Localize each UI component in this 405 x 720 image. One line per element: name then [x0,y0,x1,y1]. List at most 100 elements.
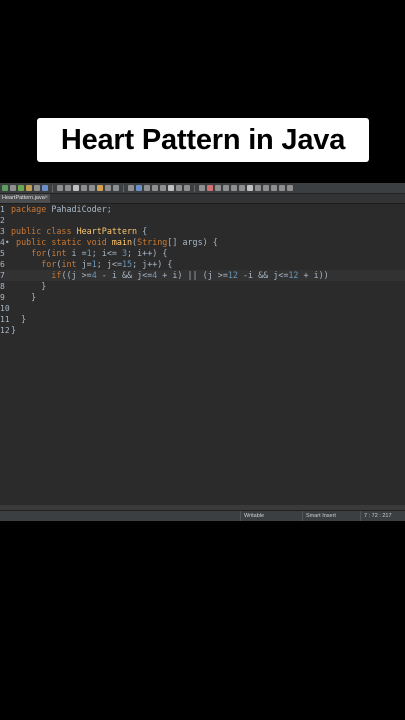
title-banner: Heart Pattern in Java [37,118,369,162]
editor-tab-bar: HeartPattern.java × [0,194,405,204]
line-number: 6 [0,260,5,269]
run-icon[interactable] [263,185,269,191]
debug-icon[interactable] [184,185,190,191]
code-token: [] args) { [167,237,218,247]
refresh-icon[interactable] [231,185,237,191]
build-icon[interactable] [279,185,285,191]
code-line[interactable]: 10 [0,303,405,314]
line-number: 10 [0,304,10,313]
code-line[interactable]: 1 package PahadiCoder; [0,204,405,215]
line-number: 5 [0,249,5,258]
code-line[interactable]: 12} [0,325,405,336]
save-icon[interactable] [287,185,293,191]
code-token: } [11,325,17,335]
run-icon[interactable] [2,185,8,191]
search-icon[interactable] [34,185,40,191]
layout-icon[interactable] [152,185,158,191]
code-token: 12 [288,270,299,280]
close-icon[interactable]: × [44,194,48,203]
code-line[interactable]: 4• public static void main(String[] args… [0,237,405,248]
tab-heartpattern-java[interactable]: HeartPattern.java × [0,194,50,203]
code-text: public class HeartPattern { [11,226,147,237]
search-icon[interactable] [215,185,221,191]
code-text: for(int i =1; i<= 3; i++) { [11,248,167,259]
refresh-icon[interactable] [144,185,150,191]
refresh-icon[interactable] [57,185,63,191]
code-token: String [137,237,168,247]
status-writable: Writable [240,511,302,521]
search-icon[interactable] [128,185,134,191]
code-token: ; j<= [96,259,122,269]
code-token: for [31,248,47,258]
build-icon[interactable] [105,185,111,191]
open-icon[interactable] [42,185,48,191]
video-title: Heart Pattern in Java [60,123,346,156]
main-toolbar [0,183,405,194]
code-token: j= [76,259,92,269]
nav-forward-icon[interactable] [81,185,87,191]
code-token: i = [66,248,87,258]
code-line[interactable]: 3 public class HeartPattern { [0,226,405,237]
nav-forward-icon[interactable] [255,185,261,191]
build-icon[interactable] [18,185,24,191]
nav-back-icon[interactable] [160,185,166,191]
ide-window: HeartPattern.java × 1 package PahadiCoder… [0,183,405,521]
code-token: 12 [227,270,238,280]
tab-label: HeartPattern.java [2,195,45,201]
line-number: 9 [0,293,5,302]
status-cursor-position: 7 : 72 : 217 [360,511,405,521]
line-number: 7 [0,271,5,280]
status-insert-mode: Smart Insert [302,511,360,521]
debug-icon[interactable] [97,185,103,191]
code-text: package PahadiCoder; [11,204,112,215]
code-token: public class [11,226,72,236]
code-text: } [11,292,36,303]
code-editor[interactable]: 1 package PahadiCoder; 2 3 public class Hear… [0,204,405,504]
layout-icon[interactable] [65,185,71,191]
nav-forward-icon[interactable] [168,185,174,191]
debug-icon[interactable] [271,185,277,191]
code-token: ; j++) { [132,259,173,269]
nav-back-icon[interactable] [73,185,79,191]
code-text: } [11,325,16,336]
debug-icon[interactable] [10,185,16,191]
code-text: } [11,314,26,325]
code-token: + i) || (j >= [157,270,228,280]
code-line[interactable]: 9 } [0,292,405,303]
code-token: ; i++) { [127,248,168,258]
code-line[interactable]: 2 [0,215,405,226]
line-number: 4• [0,238,10,247]
code-token: } [11,314,27,324]
code-token: } [11,281,47,291]
run-icon[interactable] [89,185,95,191]
code-line[interactable]: 6 for(int j=1; j<=15; j++) { [0,259,405,270]
line-number: 3 [0,227,5,236]
run-icon[interactable] [176,185,182,191]
open-icon[interactable] [223,185,229,191]
code-token: -i && j<= [237,270,289,280]
toolbar-separator [194,184,195,192]
code-text: } [11,281,46,292]
save-icon[interactable] [113,185,119,191]
code-token: HeartPattern [76,226,138,236]
nav-back-icon[interactable] [247,185,253,191]
code-line[interactable]: 7 if((j >=4 - i && j<=4 + i) || (j >=12 … [0,270,405,281]
build-icon[interactable] [199,185,205,191]
code-token: main [111,237,133,247]
save-icon[interactable] [26,185,32,191]
code-token: ((j >= [61,270,92,280]
save-icon[interactable] [207,185,213,191]
code-token: } [11,292,37,302]
toolbar-separator [123,184,124,192]
line-number: 1 [0,205,5,214]
code-line[interactable]: 5 for(int i =1; i<= 3; i++) { [0,248,405,259]
layout-icon[interactable] [239,185,245,191]
code-line[interactable]: 8 } [0,281,405,292]
open-icon[interactable] [136,185,142,191]
code-line[interactable]: 11 } [0,314,405,325]
code-token: 15 [122,259,133,269]
code-token: package [11,204,47,214]
